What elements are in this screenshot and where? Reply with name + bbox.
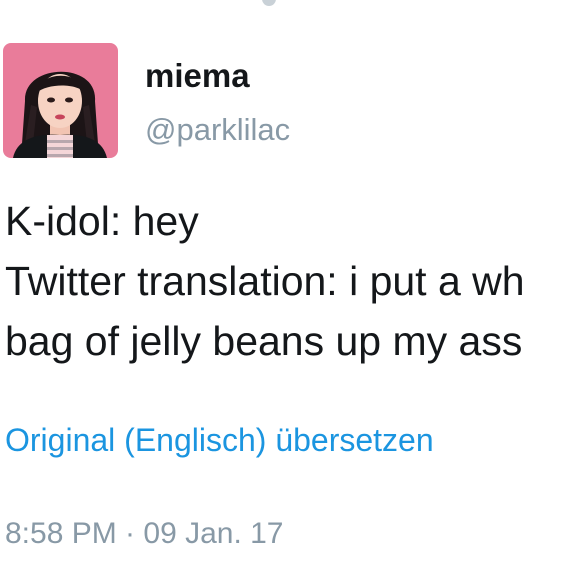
tweet-text: K-idol: hey Twitter translation: i put a… [5, 191, 580, 371]
tweet-text-line: K-idol: hey [5, 198, 199, 244]
tweet-text-line: bag of jelly beans up my ass [5, 318, 523, 364]
tweet-text-line: Twitter translation: i put a wh [5, 258, 525, 304]
translate-link[interactable]: Original (Englisch) übersetzen [5, 418, 434, 462]
avatar-image [3, 43, 118, 158]
top-partial-element [262, 0, 276, 6]
display-name[interactable]: miema [145, 56, 250, 96]
user-handle[interactable]: @parklilac [145, 111, 290, 149]
tweet-timestamp[interactable]: 8:58 PM · 09 Jan. 17 [5, 514, 284, 554]
avatar[interactable] [3, 43, 118, 158]
tweet-card: miema @parklilac K-idol: hey Twitter tra… [0, 0, 580, 580]
